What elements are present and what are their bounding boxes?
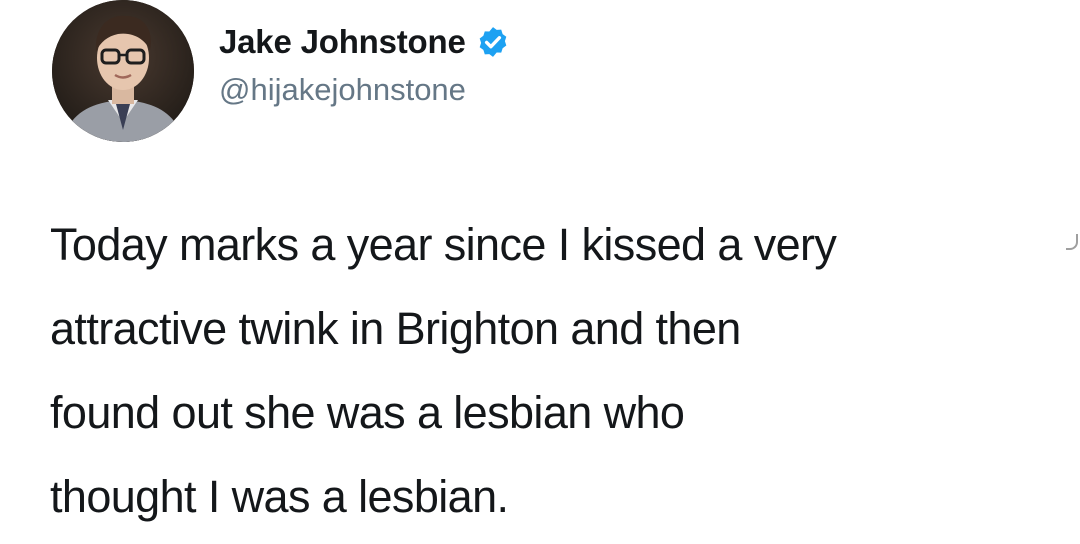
- author-handle[interactable]: @hijakejohnstone: [219, 72, 466, 108]
- tweet-text-line: attractive twink in Brighton and then: [50, 303, 741, 354]
- tweet-text: Today marks a year since I kissed a very…: [50, 203, 1040, 539]
- tweet-text-line: found out she was a lesbian who: [50, 387, 685, 438]
- tweet-card: Jake Johnstone @hijakejohnstone Today ma…: [0, 0, 1080, 544]
- author-avatar[interactable]: [52, 0, 194, 142]
- tweet-text-line: thought I was a lesbian.: [50, 471, 509, 522]
- cropped-edge-glyph: [1066, 234, 1078, 250]
- author-name-row: Jake Johnstone: [219, 20, 510, 64]
- verified-badge-icon: [476, 25, 510, 59]
- author-display-name[interactable]: Jake Johnstone: [219, 23, 466, 61]
- profile-photo: [52, 0, 194, 142]
- tweet-text-line: Today marks a year since I kissed a very: [50, 219, 837, 270]
